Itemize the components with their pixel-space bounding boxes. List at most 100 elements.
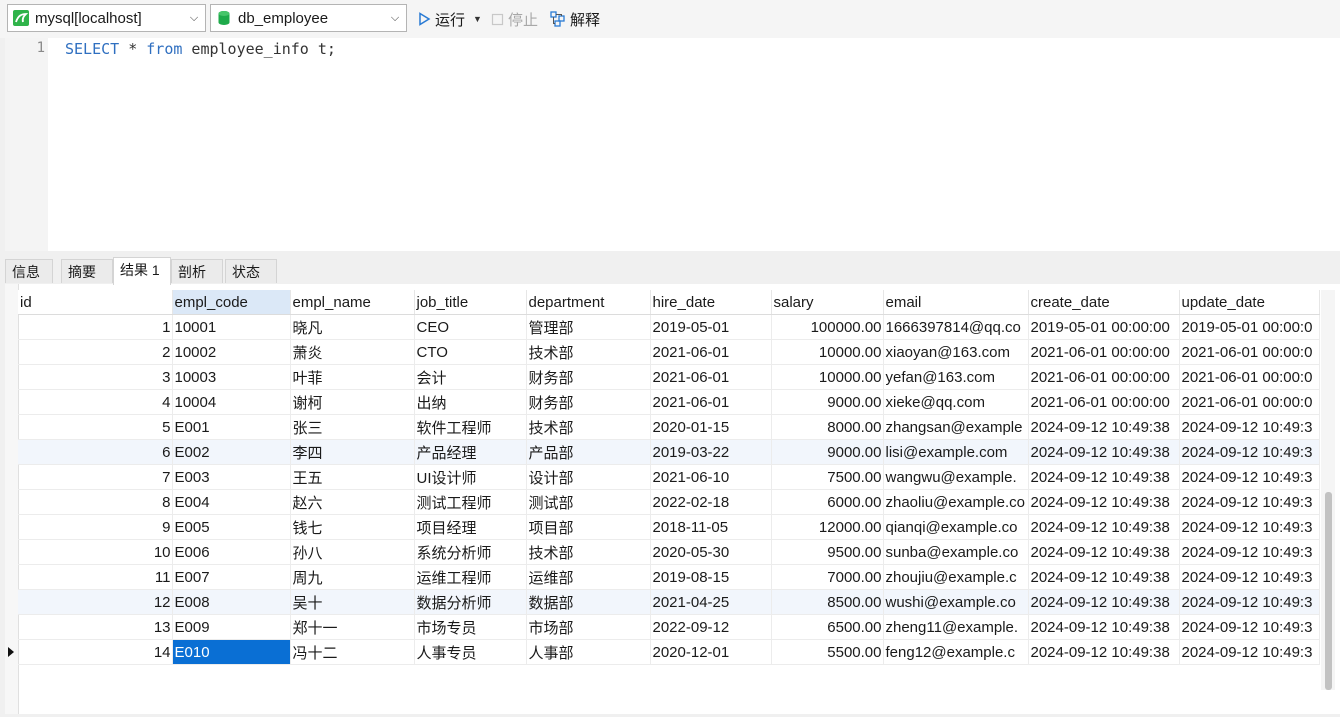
cell-id[interactable]: 11 (18, 564, 173, 590)
cell-empl-name[interactable]: 张三 (290, 414, 415, 440)
cell-job-title[interactable]: 运维工程师 (414, 564, 527, 590)
cell-hire-date[interactable]: 2019-08-15 (650, 564, 772, 590)
column-header-salary[interactable]: salary (771, 290, 884, 315)
scrollbar-thumb[interactable] (1325, 492, 1332, 690)
cell-department[interactable]: 技术部 (526, 414, 651, 440)
cell-create-date[interactable]: 2024-09-12 10:49:38 (1028, 539, 1180, 565)
cell-salary[interactable]: 12000.00 (771, 514, 884, 540)
cell-create-date[interactable]: 2024-09-12 10:49:38 (1028, 489, 1180, 515)
cell-id[interactable]: 10 (18, 539, 173, 565)
vertical-scrollbar[interactable] (1321, 290, 1335, 690)
cell-salary[interactable]: 100000.00 (771, 314, 884, 340)
column-header-empl-name[interactable]: empl_name (290, 290, 415, 315)
cell-empl-code[interactable]: E008 (172, 589, 291, 615)
cell-job-title[interactable]: 产品经理 (414, 439, 527, 465)
code-line[interactable]: SELECT * from employee_info t; (65, 40, 336, 58)
cell-empl-name[interactable]: 李四 (290, 439, 415, 465)
cell-email[interactable]: zhoujiu@example.c (883, 564, 1029, 590)
cell-empl-code[interactable]: E003 (172, 464, 291, 490)
cell-create-date[interactable]: 2024-09-12 10:49:38 (1028, 414, 1180, 440)
cell-email[interactable]: zhangsan@example (883, 414, 1029, 440)
cell-create-date[interactable]: 2021-06-01 00:00:00 (1028, 364, 1180, 390)
cell-salary[interactable]: 9000.00 (771, 389, 884, 415)
cell-empl-name[interactable]: 晓凡 (290, 314, 415, 340)
table-row[interactable]: 5 E001 张三 软件工程师 技术部 2020-01-15 8000.00 zhangsan… (18, 414, 1320, 440)
table-row[interactable]: 1 10001 晓凡 CEO 管理部 2019-05-01 100000.00 1666397… (18, 314, 1320, 340)
cell-job-title[interactable]: 市场专员 (414, 614, 527, 640)
tab-result-1[interactable]: 结果 1 (113, 257, 171, 285)
cell-salary[interactable]: 9000.00 (771, 439, 884, 465)
cell-create-date[interactable]: 2024-09-12 10:49:38 (1028, 639, 1180, 665)
cell-update-date[interactable]: 2024-09-12 10:49:3 (1179, 614, 1320, 640)
column-header-create-date[interactable]: create_date (1028, 290, 1180, 315)
cell-email[interactable]: sunba@example.co (883, 539, 1029, 565)
cell-job-title[interactable]: 测试工程师 (414, 489, 527, 515)
cell-create-date[interactable]: 2024-09-12 10:49:38 (1028, 464, 1180, 490)
cell-id[interactable]: 9 (18, 514, 173, 540)
cell-update-date[interactable]: 2021-06-01 00:00:0 (1179, 339, 1320, 365)
cell-id[interactable]: 13 (18, 614, 173, 640)
cell-email[interactable]: xieke@qq.com (883, 389, 1029, 415)
cell-empl-code[interactable]: E009 (172, 614, 291, 640)
cell-job-title[interactable]: 会计 (414, 364, 527, 390)
cell-job-title[interactable]: 人事专员 (414, 639, 527, 665)
cell-create-date[interactable]: 2021-06-01 00:00:00 (1028, 389, 1180, 415)
cell-id[interactable]: 1 (18, 314, 173, 340)
cell-job-title[interactable]: 出纳 (414, 389, 527, 415)
cell-salary[interactable]: 8500.00 (771, 589, 884, 615)
cell-job-title[interactable]: 项目经理 (414, 514, 527, 540)
cell-hire-date[interactable]: 2019-03-22 (650, 439, 772, 465)
table-row[interactable]: 4 10004 谢柯 出纳 财务部 2021-06-01 9000.00 xieke@qq.c… (18, 389, 1320, 415)
table-row[interactable]: 14 E010 冯十二 人事专员 人事部 2020-12-01 5500.00 feng12@… (18, 639, 1320, 665)
cell-department[interactable]: 项目部 (526, 514, 651, 540)
cell-hire-date[interactable]: 2021-06-10 (650, 464, 772, 490)
cell-email[interactable]: lisi@example.com (883, 439, 1029, 465)
cell-department[interactable]: 管理部 (526, 314, 651, 340)
cell-empl-code[interactable]: E010 (172, 639, 291, 665)
cell-create-date[interactable]: 2024-09-12 10:49:38 (1028, 589, 1180, 615)
cell-department[interactable]: 财务部 (526, 389, 651, 415)
column-header-id[interactable]: id (18, 290, 173, 315)
cell-update-date[interactable]: 2024-09-12 10:49:3 (1179, 439, 1320, 465)
table-row[interactable]: 2 10002 萧炎 CTO 技术部 2021-06-01 10000.00 xiaoyan@… (18, 339, 1320, 365)
cell-hire-date[interactable]: 2021-04-25 (650, 589, 772, 615)
cell-email[interactable]: wushi@example.co (883, 589, 1029, 615)
cell-id[interactable]: 7 (18, 464, 173, 490)
cell-create-date[interactable]: 2024-09-12 10:49:38 (1028, 564, 1180, 590)
cell-department[interactable]: 财务部 (526, 364, 651, 390)
cell-empl-code[interactable]: 10002 (172, 339, 291, 365)
result-grid[interactable]: id empl_code empl_name job_title department h… (5, 284, 1340, 714)
tab-profile[interactable]: 剖析 (171, 259, 223, 283)
cell-department[interactable]: 人事部 (526, 639, 651, 665)
cell-update-date[interactable]: 2021-06-01 00:00:0 (1179, 389, 1320, 415)
cell-email[interactable]: 1666397814@qq.co (883, 314, 1029, 340)
table-row[interactable]: 6 E002 李四 产品经理 产品部 2019-03-22 9000.00 lisi@exam… (18, 439, 1320, 465)
cell-update-date[interactable]: 2024-09-12 10:49:3 (1179, 589, 1320, 615)
cell-job-title[interactable]: CEO (414, 314, 527, 340)
cell-salary[interactable]: 9500.00 (771, 539, 884, 565)
cell-hire-date[interactable]: 2020-12-01 (650, 639, 772, 665)
tab-status[interactable]: 状态 (225, 259, 277, 283)
tab-info[interactable]: 信息 (5, 259, 53, 283)
cell-department[interactable]: 数据部 (526, 589, 651, 615)
cell-empl-code[interactable]: E007 (172, 564, 291, 590)
cell-department[interactable]: 技术部 (526, 539, 651, 565)
cell-id[interactable]: 8 (18, 489, 173, 515)
cell-empl-name[interactable]: 叶菲 (290, 364, 415, 390)
cell-department[interactable]: 设计部 (526, 464, 651, 490)
cell-email[interactable]: feng12@example.c (883, 639, 1029, 665)
cell-empl-name[interactable]: 萧炎 (290, 339, 415, 365)
cell-empl-code[interactable]: 10001 (172, 314, 291, 340)
cell-id[interactable]: 3 (18, 364, 173, 390)
cell-department[interactable]: 产品部 (526, 439, 651, 465)
table-row[interactable]: 7 E003 王五 UI设计师 设计部 2021-06-10 7500.00 wangwu@e… (18, 464, 1320, 490)
cell-salary[interactable]: 7000.00 (771, 564, 884, 590)
column-header-hire-date[interactable]: hire_date (650, 290, 772, 315)
explain-button[interactable]: 解释 (550, 6, 600, 32)
cell-email[interactable]: yefan@163.com (883, 364, 1029, 390)
cell-empl-name[interactable]: 冯十二 (290, 639, 415, 665)
sql-editor[interactable]: 1 SELECT * from employee_info t; (5, 38, 1340, 251)
cell-department[interactable]: 测试部 (526, 489, 651, 515)
cell-hire-date[interactable]: 2021-06-01 (650, 364, 772, 390)
tab-summary[interactable]: 摘要 (61, 259, 113, 283)
